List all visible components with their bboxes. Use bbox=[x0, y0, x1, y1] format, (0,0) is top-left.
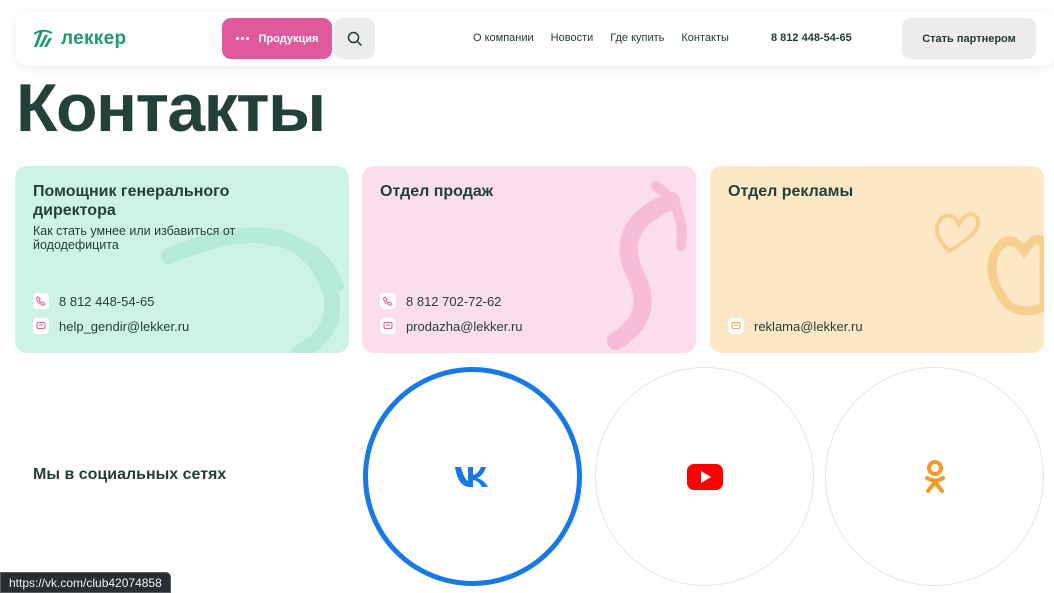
contact-email-row[interactable]: reklama@lekker.ru bbox=[728, 318, 863, 334]
main-nav: О компании Новости Где купить Контакты bbox=[473, 32, 729, 44]
contact-phone[interactable]: 8 812 702-72-62 bbox=[406, 294, 501, 309]
search-icon bbox=[347, 31, 362, 46]
nav-contacts[interactable]: Контакты bbox=[681, 32, 729, 44]
page-title: Контакты bbox=[16, 70, 326, 146]
search-button[interactable] bbox=[334, 18, 375, 59]
contact-phone-row[interactable]: 8 812 448-54-65 bbox=[33, 293, 154, 309]
vk-icon bbox=[454, 466, 488, 487]
products-label: Продукция bbox=[258, 32, 319, 45]
youtube-link[interactable] bbox=[595, 367, 814, 586]
message-icon bbox=[33, 318, 49, 334]
contact-email[interactable]: help_gendir@lekker.ru bbox=[59, 319, 189, 334]
dots-icon bbox=[235, 37, 249, 40]
phone-icon bbox=[380, 293, 396, 309]
contact-card-advertising: Отдел рекламы reklama@lekker.ru bbox=[710, 166, 1044, 353]
card-title: Помощник генерального директора bbox=[33, 183, 230, 219]
logo[interactable]: леккер bbox=[32, 28, 126, 50]
products-button[interactable]: Продукция bbox=[222, 18, 332, 59]
browser-status-url: https://vk.com/club42074858 bbox=[0, 572, 171, 593]
card-subtitle: Как стать умнее или избавиться от йододе… bbox=[33, 224, 236, 252]
message-icon bbox=[380, 318, 396, 334]
become-partner-button[interactable]: Стать партнером bbox=[902, 18, 1036, 59]
contact-card-assistant: Помощник генерального директора Как стат… bbox=[15, 166, 349, 353]
nav-where-to-buy[interactable]: Где купить bbox=[610, 32, 664, 44]
nav-about[interactable]: О компании bbox=[473, 32, 534, 44]
contact-email-row[interactable]: prodazha@lekker.ru bbox=[380, 318, 523, 334]
message-icon bbox=[728, 318, 744, 334]
phone-icon bbox=[33, 293, 49, 309]
contact-email[interactable]: prodazha@lekker.ru bbox=[406, 319, 523, 334]
odnoklassniki-icon bbox=[924, 459, 945, 493]
contact-card-sales: Отдел продаж 8 812 702-72-62 prodazha@le… bbox=[362, 166, 696, 353]
site-header: леккер Продукция О компании Новости Где … bbox=[16, 12, 1054, 66]
header-phone[interactable]: 8 812 448-54-65 bbox=[771, 32, 852, 44]
contact-phone[interactable]: 8 812 448-54-65 bbox=[59, 294, 154, 309]
youtube-icon bbox=[686, 463, 723, 490]
contact-phone-row[interactable]: 8 812 702-72-62 bbox=[380, 293, 501, 309]
odnoklassniki-link[interactable] bbox=[825, 367, 1044, 586]
logo-icon bbox=[33, 29, 53, 47]
contact-email-row[interactable]: help_gendir@lekker.ru bbox=[33, 318, 189, 334]
card-title: Отдел рекламы bbox=[728, 183, 854, 200]
nav-news[interactable]: Новости bbox=[551, 32, 594, 44]
social-section-title: Мы в социальных сетях bbox=[33, 466, 227, 483]
card-title: Отдел продаж bbox=[380, 183, 494, 200]
vk-link[interactable] bbox=[363, 367, 582, 586]
logo-text: леккер bbox=[61, 28, 127, 49]
contact-email[interactable]: reklama@lekker.ru bbox=[754, 319, 863, 334]
